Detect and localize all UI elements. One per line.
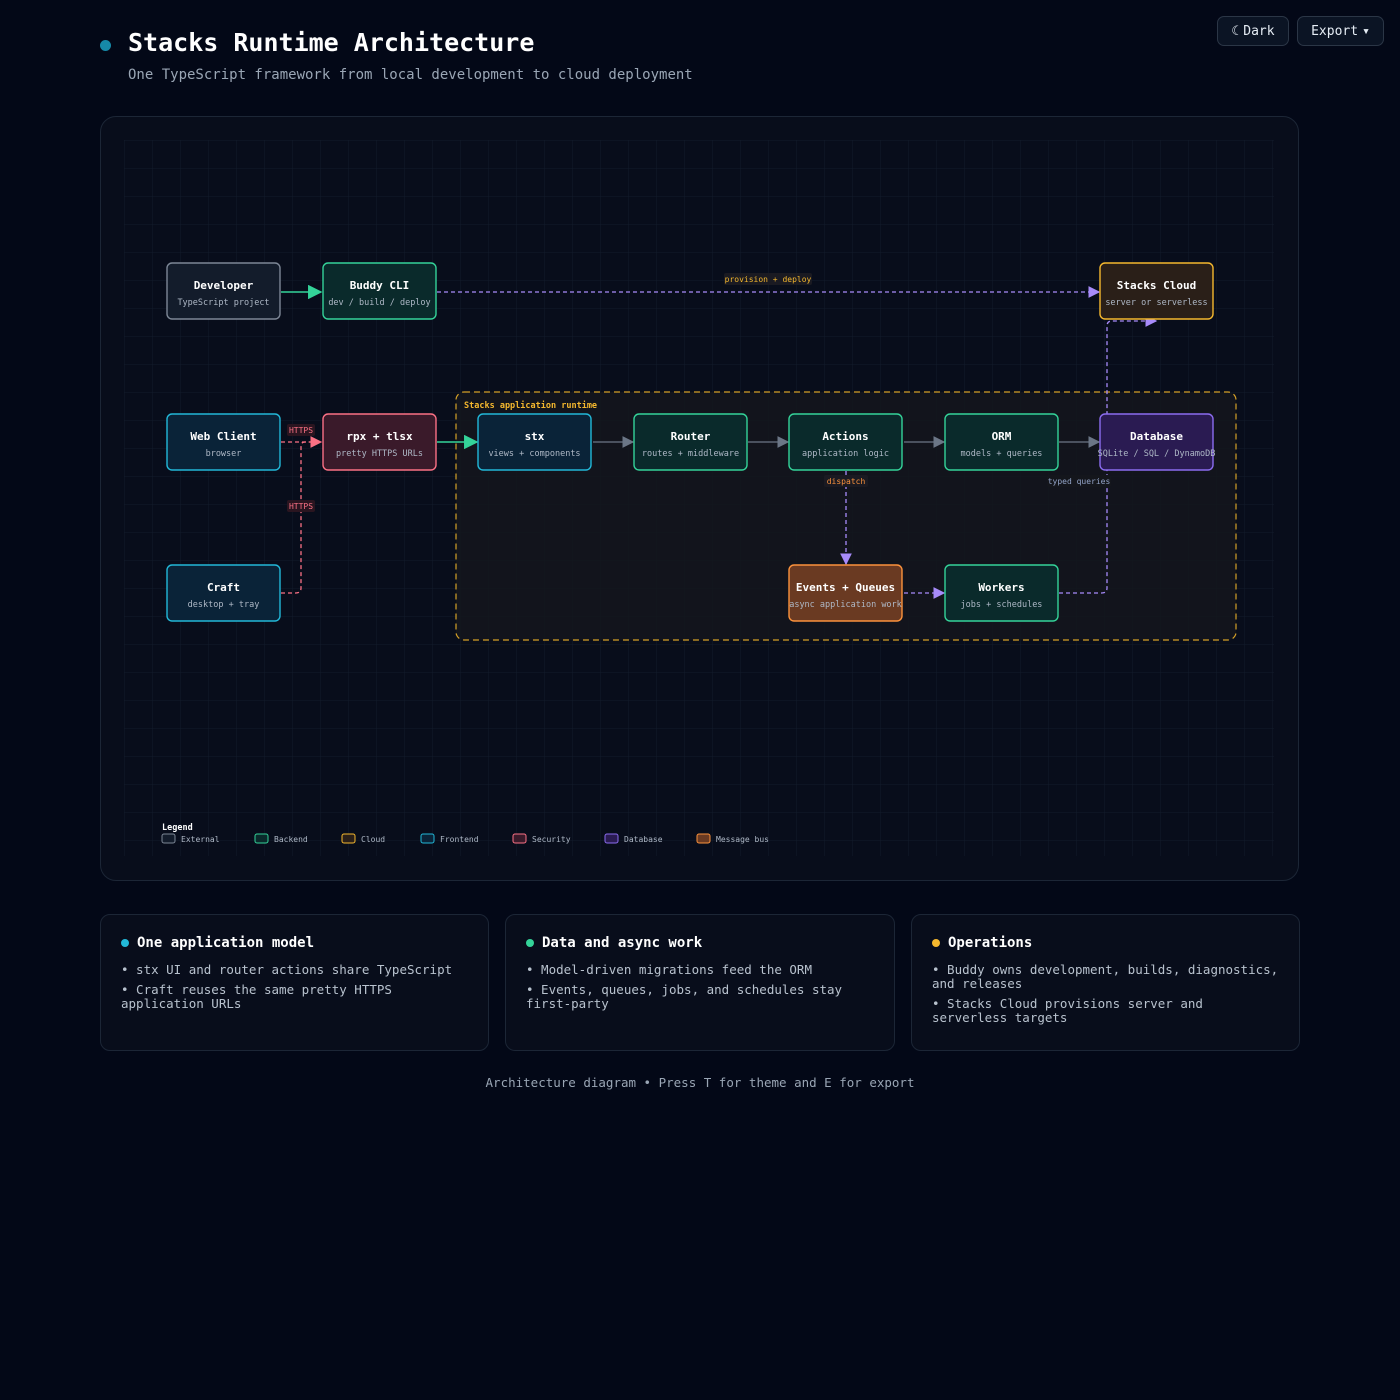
export-button[interactable]: Export ▾ [1297,16,1384,46]
node-subtitle: browser [206,449,242,459]
legend-label-database: Database [624,835,663,844]
list-item: • Craft reuses the same pretty HTTPS app… [121,982,392,1011]
edge-label-dispatch: dispatch [827,477,866,486]
node-subtitle: desktop + tray [188,600,260,610]
node-subtitle: dev / build / deploy [328,298,430,308]
node-subtitle: TypeScript project [177,298,269,308]
node-title: Stacks Cloud [1117,279,1196,292]
card-title: Data and async work [542,935,703,951]
node-subtitle: models + queries [961,449,1043,459]
node-title: rpx + tlsx [346,430,413,443]
legend-swatch-message_bus [696,833,711,844]
node-router[interactable]: Router routes + middleware [633,413,748,471]
footer-note: Architecture diagram • Press T for theme… [485,1075,915,1090]
list-item: • Stacks Cloud provisions server and ser… [932,996,1203,1025]
node-subtitle: views + components [488,449,580,459]
node-title: Web Client [190,430,256,443]
list-item: • Buddy owns development, builds, diagno… [932,962,1279,991]
card-title: One application model [137,935,315,951]
node-title: Router [671,430,711,443]
node-title: ORM [992,430,1012,443]
edge-label-https-craft: HTTPS [289,502,313,511]
legend-title: Legend [162,823,193,833]
node-events[interactable]: Events + Queues async application work [788,564,903,622]
node-webclient[interactable]: Web Client browser [166,413,281,471]
page-title: Stacks Runtime Architecture [128,28,535,57]
info-card-data-async: Data and async work • Model-driven migra… [505,914,895,1051]
legend-label-message_bus: Message bus [716,835,769,844]
node-subtitle: application logic [802,449,889,459]
node-craft[interactable]: Craft desktop + tray [166,564,281,622]
list-item: • Events, queues, jobs, and schedules st… [526,982,843,1011]
edge-label-typed-queries: typed queries [1048,477,1111,486]
legend-swatch-security [512,833,527,844]
legend-swatch-database [604,833,619,844]
node-database[interactable]: Database SQLite / SQL / DynamoDB [1098,413,1216,471]
card-dot [526,939,534,947]
legend-label-external: External [181,835,220,844]
runtime-group-label: Stacks application runtime [464,400,597,411]
node-title: Actions [822,430,868,443]
node-subtitle: SQLite / SQL / DynamoDB [1098,449,1216,459]
chevron-down-icon: ▾ [1362,23,1370,39]
card-dot [932,939,940,947]
node-workers[interactable]: Workers jobs + schedules [944,564,1059,622]
legend-label-cloud: Cloud [361,835,385,844]
node-title: Database [1130,430,1183,443]
node-developer[interactable]: Developer TypeScript project [166,262,281,320]
node-title: Workers [978,581,1024,594]
node-subtitle: async application work [789,600,902,610]
info-card-application-model: One application model • stx UI and route… [100,914,489,1051]
legend-swatch-frontend [420,833,435,844]
node-actions[interactable]: Actions application logic [788,413,903,471]
legend-swatch-backend [254,833,269,844]
legend-swatch-external [161,833,176,844]
node-subtitle: pretty HTTPS URLs [336,449,423,459]
card-title: Operations [948,935,1033,951]
legend-swatch-cloud [341,833,356,844]
theme-toggle-button[interactable]: ☾ Dark [1217,16,1289,46]
theme-button-label: Dark [1243,23,1275,39]
list-item: • Model-driven migrations feed the ORM [526,962,812,977]
export-button-label: Export [1311,23,1359,39]
node-title: Craft [207,581,240,594]
node-title: Events + Queues [796,581,895,594]
node-cloud[interactable]: Stacks Cloud server or serverless [1099,262,1214,320]
node-stx[interactable]: stx views + components [477,413,592,471]
node-subtitle: jobs + schedules [961,600,1043,610]
list-item: • stx UI and router actions share TypeSc… [121,962,453,977]
node-subtitle: routes + middleware [642,449,739,459]
legend-label-security: Security [532,835,571,844]
node-subtitle: server or serverless [1105,298,1207,308]
node-rpx[interactable]: rpx + tlsx pretty HTTPS URLs [322,413,437,471]
legend-label-backend: Backend [274,835,308,844]
legend-label-frontend: Frontend [440,835,479,844]
edge-label-provision-deploy: provision + deploy [725,275,812,284]
node-orm[interactable]: ORM models + queries [944,413,1059,471]
moon-icon: ☾ [1231,23,1240,39]
node-title: Buddy CLI [350,279,410,292]
node-buddy[interactable]: Buddy CLI dev / build / deploy [322,262,437,320]
title-status-dot [100,40,111,51]
info-card-operations: Operations • Buddy owns development, bui… [911,914,1300,1051]
card-dot [121,939,129,947]
node-title: Developer [194,279,254,292]
page-subtitle: One TypeScript framework from local deve… [128,67,693,83]
edge-label-https-web: HTTPS [289,426,313,435]
architecture-diagram: Stacks application runtime provision + d… [124,140,1274,856]
node-title: stx [525,430,545,443]
